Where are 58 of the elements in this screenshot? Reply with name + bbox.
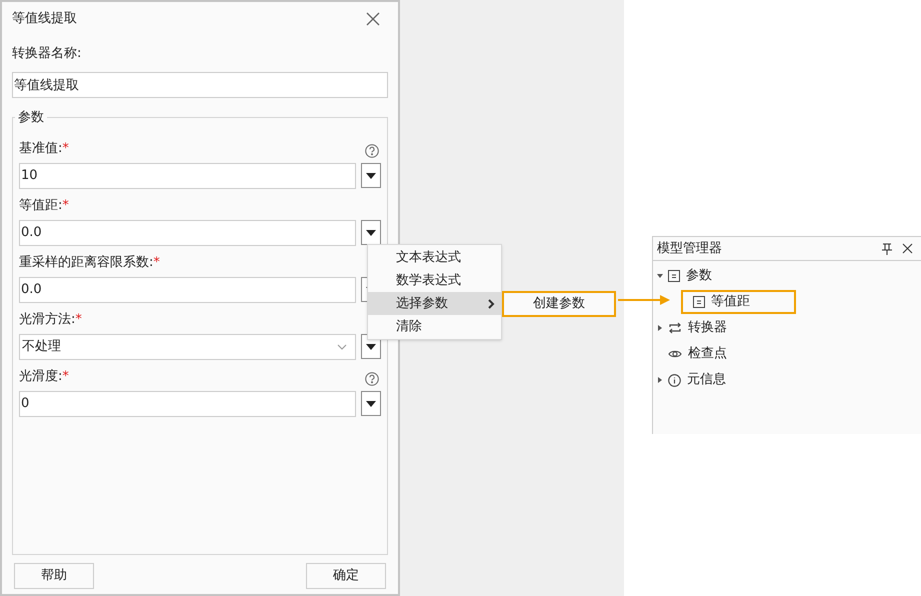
field-label: 光滑方法:	[19, 311, 76, 329]
triangle-icon	[366, 344, 376, 350]
menu-item[interactable]: 选择参数	[368, 292, 501, 315]
field-label: 光滑度:	[19, 368, 62, 386]
swap-icon	[668, 322, 682, 334]
name-input[interactable]: 等值线提取	[12, 72, 388, 98]
menu-item[interactable]: 数学表达式	[368, 269, 501, 292]
triangle-icon	[366, 172, 376, 178]
required-mark: *	[62, 140, 69, 158]
dialog-button[interactable]: 确定	[306, 562, 386, 588]
menu-item[interactable]: 清除	[368, 315, 501, 338]
pointer-arrow	[618, 295, 670, 305]
select-field[interactable]: 不处理	[19, 334, 356, 360]
expanded-caret-icon[interactable]	[657, 273, 663, 279]
collapsed-caret-icon[interactable]	[657, 377, 663, 383]
help-icon[interactable]	[365, 144, 379, 158]
value-input[interactable]: 0	[19, 390, 356, 416]
tree-item[interactable]: 参数	[667, 264, 712, 288]
required-mark: *	[62, 368, 69, 386]
panel-title: 模型管理器	[657, 240, 722, 258]
field-label: 基准值:	[19, 140, 62, 158]
submenu-item[interactable]: 创建参数	[502, 291, 616, 317]
list-icon	[668, 270, 680, 282]
dropdown-button[interactable]	[361, 391, 381, 416]
field-label: 等值距:	[19, 197, 62, 215]
tree-item[interactable]: 转换器	[667, 316, 727, 340]
chevron-down-icon	[337, 344, 347, 350]
triangle-icon	[366, 230, 376, 236]
window-title: 等值线提取	[12, 10, 77, 28]
collapsed-caret-icon[interactable]	[657, 325, 663, 331]
info-icon	[668, 374, 681, 386]
required-mark: *	[75, 311, 82, 329]
triangle-icon	[366, 400, 376, 406]
list-icon	[693, 296, 705, 308]
dropdown-button[interactable]	[361, 220, 381, 245]
help-icon[interactable]	[365, 372, 379, 386]
eye-icon	[668, 349, 682, 359]
tree-item[interactable]: 检查点	[667, 342, 727, 366]
close-icon[interactable]	[366, 12, 380, 26]
tree-item[interactable]: 等值距	[681, 290, 796, 314]
value-input[interactable]: 10	[19, 162, 356, 188]
tree-label: 转换器	[688, 319, 727, 338]
close-icon[interactable]	[902, 243, 913, 254]
tree-item[interactable]: 元信息	[667, 368, 726, 392]
required-mark: *	[62, 197, 69, 215]
pin-icon[interactable]	[882, 242, 892, 254]
dialog-button[interactable]: 帮助	[14, 562, 94, 588]
tree-label: 检查点	[688, 345, 727, 364]
menu-item[interactable]: 文本表达式	[368, 246, 501, 269]
value-input[interactable]: 0.0	[19, 276, 356, 302]
value-input[interactable]: 0.0	[19, 220, 356, 246]
field-label: 重采样的距离容限系数:	[19, 254, 154, 272]
dropdown-button[interactable]	[361, 163, 381, 188]
tree-label: 等值距	[711, 293, 750, 312]
field-label: 转换器名称:	[12, 45, 82, 63]
required-mark: *	[153, 254, 160, 272]
tree-label: 参数	[686, 267, 712, 286]
tree-label: 元信息	[687, 371, 726, 390]
